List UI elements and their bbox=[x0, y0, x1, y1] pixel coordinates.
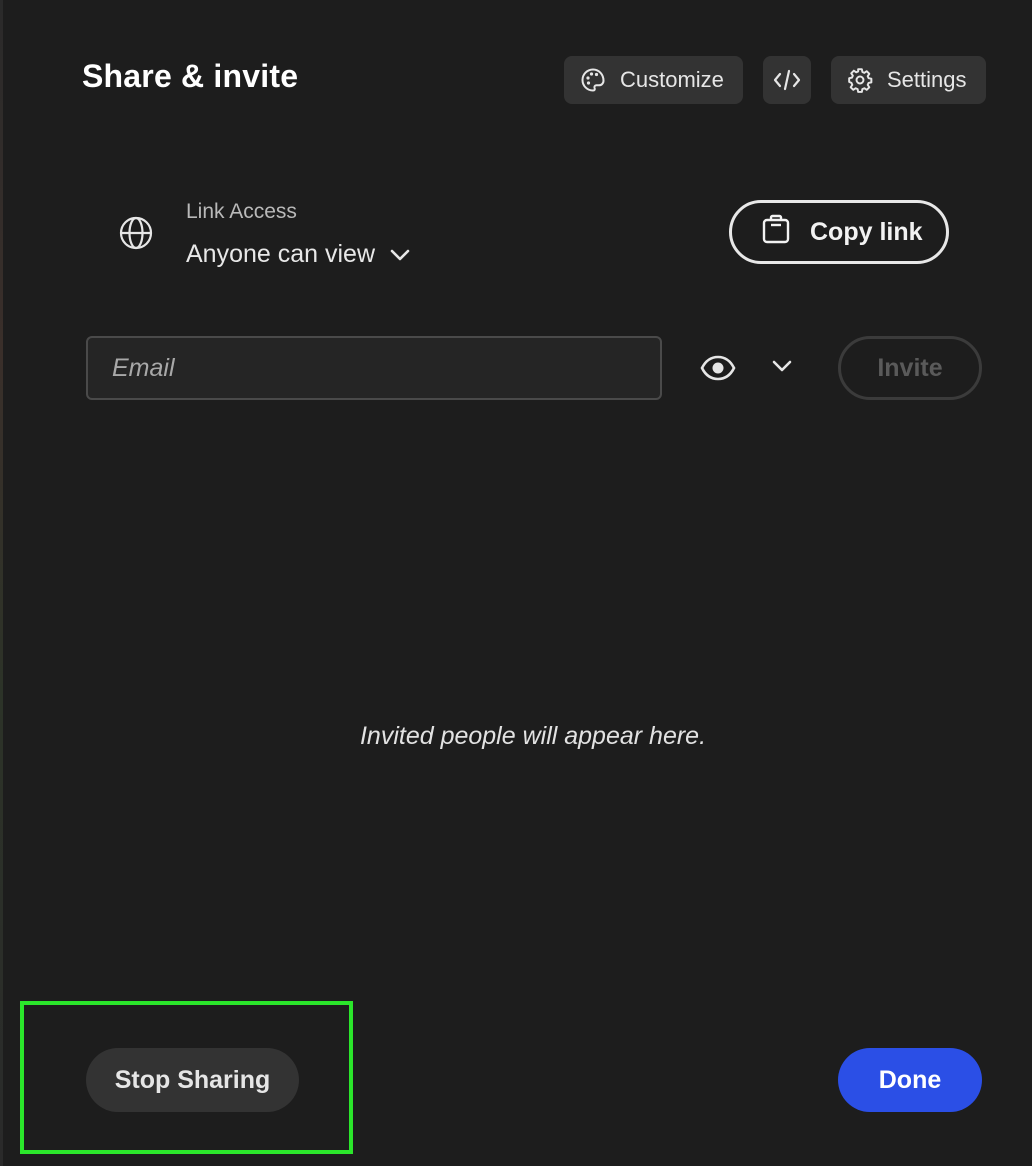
copy-link-label: Copy link bbox=[810, 217, 923, 246]
empty-state-message: Invited people will appear here. bbox=[359, 722, 707, 750]
settings-button[interactable]: Settings bbox=[831, 56, 986, 104]
link-access-dropdown[interactable]: Anyone can view bbox=[186, 240, 411, 269]
share-dialog: Share & invite Customize Settings Link A… bbox=[0, 0, 1032, 1166]
dialog-title: Share & invite bbox=[82, 58, 299, 94]
palette-icon bbox=[580, 67, 606, 93]
chevron-down-icon bbox=[389, 240, 411, 269]
globe-icon bbox=[118, 215, 154, 256]
eye-icon[interactable] bbox=[700, 352, 736, 389]
link-access-value: Anyone can view bbox=[186, 240, 376, 268]
embed-code-button[interactable] bbox=[763, 56, 811, 104]
stop-sharing-button[interactable]: Stop Sharing bbox=[86, 1048, 299, 1112]
settings-label: Settings bbox=[887, 67, 967, 92]
invite-button[interactable]: Invite bbox=[838, 336, 982, 400]
permission-chevron-down-icon[interactable] bbox=[770, 358, 794, 379]
gear-icon bbox=[847, 67, 873, 93]
clipboard-icon bbox=[760, 213, 792, 252]
customize-label: Customize bbox=[620, 67, 724, 92]
background-edge bbox=[0, 0, 3, 1166]
done-button[interactable]: Done bbox=[838, 1048, 982, 1112]
email-input[interactable] bbox=[86, 336, 662, 400]
code-icon bbox=[773, 69, 801, 91]
customize-button[interactable]: Customize bbox=[564, 56, 743, 104]
copy-link-button[interactable]: Copy link bbox=[729, 200, 949, 264]
link-access-label: Link Access bbox=[186, 200, 297, 223]
